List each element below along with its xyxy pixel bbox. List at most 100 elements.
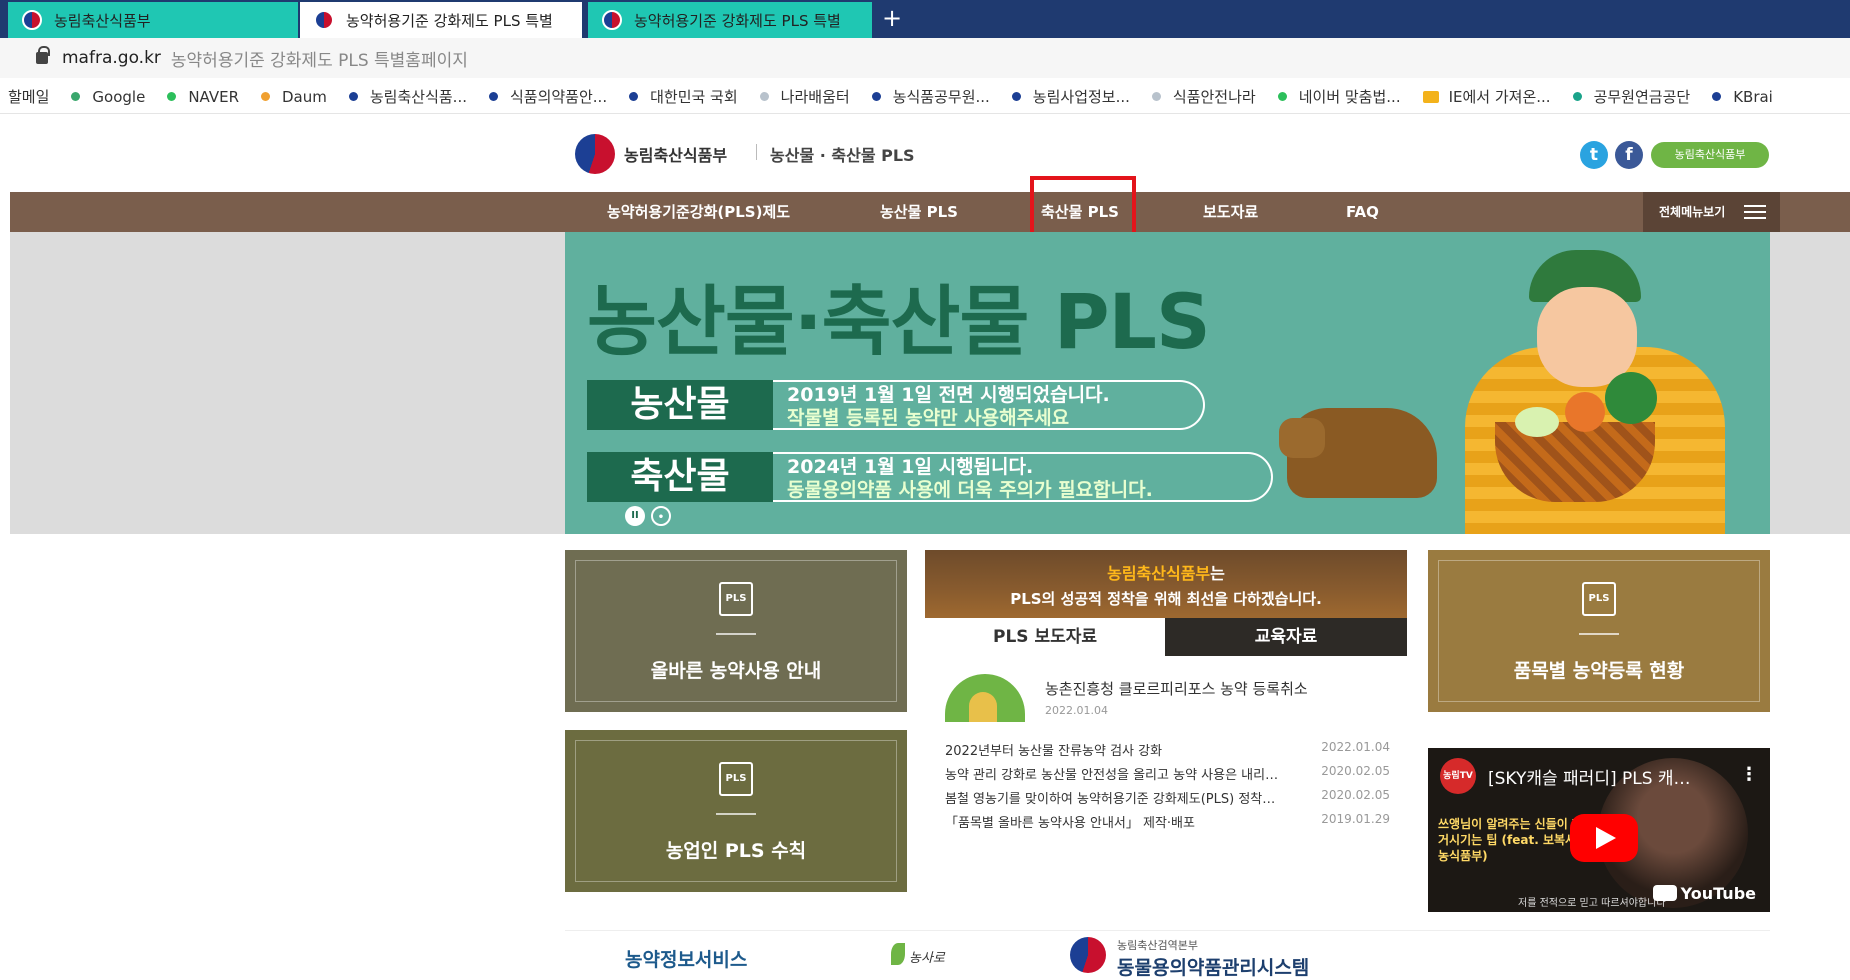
favicon-icon (602, 10, 622, 30)
government-logo-icon[interactable] (575, 134, 615, 174)
bookmark-item[interactable]: 농림사업정보... (1011, 86, 1130, 107)
video-title[interactable]: [SKY캐슬 패러디] PLS 캐… (1488, 764, 1691, 789)
bookmark-dot-icon (1151, 92, 1161, 101)
card-divider (1579, 633, 1619, 635)
bookmark-dot-icon (1011, 92, 1021, 101)
more-options-icon[interactable]: ⋮ (1740, 764, 1758, 785)
news-item[interactable]: 봄철 영농기를 맞이하여 농약허용기준 강화제도(PLS) 정착… 2020.02… (945, 788, 1390, 810)
quarantine-logo-icon[interactable] (1070, 937, 1106, 973)
bookmark-dot-icon (759, 92, 769, 101)
news-thumbnail[interactable] (945, 674, 1025, 722)
bookmark-item[interactable]: Google (71, 88, 145, 106)
new-tab-button[interactable]: + (882, 4, 902, 32)
banner-nongsaro[interactable]: 농사로 (885, 939, 945, 975)
main-nav: 농약허용기준강화(PLS)제도 농산물 PLS 축산물 PLS 보도자료 FAQ… (10, 192, 1850, 232)
news-headline-date: 2022.01.04 (1045, 704, 1108, 717)
tab-label: 농림축산식품부 (54, 11, 151, 30)
address-title: 농약허용기준 강화제도 PLS 특별홈페이지 (170, 50, 468, 71)
news-item[interactable]: 2022년부터 농산물 잔류농약 검사 강화 2022.01.04 (945, 740, 1390, 762)
news-banner: 농림축산식품부는 PLS의 성공적 정착을 위해 최선을 다하겠습니다. (925, 550, 1407, 620)
bookmark-item[interactable]: 농림축산식품... (348, 86, 467, 107)
card-farmer-rules[interactable]: PLS 농업인 PLS 수칙 (565, 730, 907, 892)
hero-banner[interactable]: 농산물·축산물 PLS 농산물 2019년 1월 1일 전면 시행되었습니다. … (565, 232, 1770, 534)
browser-tab[interactable]: 농림축산식품부 (8, 2, 298, 38)
card-label: 품목별 농약등록 현황 (1513, 660, 1685, 682)
news-item[interactable]: 농약 관리 강화로 농산물 안전성을 올리고 농약 사용은 내리… 2020.02… (945, 764, 1390, 786)
card-registration-status[interactable]: PLS 품목별 농약등록 현황 (1428, 550, 1770, 712)
bookmark-item[interactable]: 나라배움터 (759, 86, 850, 107)
video-caption: 저를 전적으로 믿고 따르셔야합니다 (1518, 898, 1666, 909)
nav-item-crop-pls[interactable]: 농산물 PLS (880, 192, 958, 232)
slide-indicator[interactable]: • (651, 506, 671, 526)
tab-label: 농약허용기준 강화제도 PLS 특별 (346, 11, 553, 30)
hero-pill-crop: 2019년 1월 1일 전면 시행되었습니다. 작물별 등록된 농약만 사용해주… (773, 380, 1205, 430)
bookmark-dot-icon (488, 92, 498, 101)
bookmark-dot-icon (167, 92, 177, 101)
favicon-icon (22, 10, 42, 30)
address-bar[interactable]: mafra.go.kr 농약허용기준 강화제도 PLS 특별홈페이지 (0, 38, 1850, 78)
video-overlay-text: 쓰앵님이 알려주는 신들이 한거시기는 팁 (feat. 보복사는 농식품부) (1438, 817, 1588, 863)
site-org-name[interactable]: 농림축산식품부 (624, 142, 727, 166)
banner-quarantine-sub[interactable]: 농림축산검역본부 (1117, 937, 1198, 953)
bookmark-dot-icon (348, 92, 358, 101)
all-menu-button[interactable]: 전체메뉴보기 (1643, 192, 1780, 232)
news-tabs: PLS 보도자료 교육자료 (925, 618, 1407, 656)
nav-item-faq[interactable]: FAQ (1346, 192, 1379, 232)
vegetable-illustration (1515, 407, 1559, 437)
hero-tag-crop: 농산물 (587, 380, 773, 430)
search-document-icon: PLS (1582, 582, 1616, 616)
leaf-icon (891, 943, 905, 965)
related-sites-banner: 농약정보서비스 농사로 농림축산검역본부 동물용의약품관리시스템 (565, 930, 1770, 979)
bookmark-item[interactable]: 농식품공무원... (871, 86, 990, 107)
cow-head-illustration (1279, 418, 1325, 458)
news-item[interactable]: 「품목별 올바른 농약사용 안내서」 제작·배포 2019.01.29 (945, 812, 1390, 834)
bookmark-item[interactable]: KBrai (1712, 88, 1773, 106)
bookmark-item[interactable]: 공무원연금공단 (1572, 86, 1690, 107)
bookmark-item[interactable]: NAVER (167, 88, 239, 106)
pause-icon[interactable]: II (625, 506, 645, 526)
browser-tab-active[interactable]: 농약허용기준 강화제도 PLS 특별 (300, 2, 582, 38)
browser-tab[interactable]: 농약허용기준 강화제도 PLS 특별 (588, 2, 872, 38)
lock-icon (36, 46, 50, 64)
address-domain: mafra.go.kr (62, 48, 161, 68)
news-banner-line1: 농림축산식품부는 (1107, 564, 1225, 583)
youtube-logo[interactable]: YouTube (1653, 884, 1756, 903)
card-pesticide-guide[interactable]: PLS 올바른 농약사용 안내 (565, 550, 907, 712)
bookmark-item[interactable]: 식품의약품안... (488, 86, 607, 107)
news-headline[interactable]: 농촌진흥청 클로르피리포스 농약 등록취소 (1045, 678, 1308, 699)
bookmark-dot-icon (629, 92, 639, 101)
basket-illustration (1495, 422, 1655, 502)
twitter-icon[interactable]: t (1580, 141, 1608, 169)
bookmark-item[interactable]: 네이버 맞춤법... (1277, 86, 1401, 107)
news-banner-line2: PLS의 성공적 정착을 위해 최선을 다하겠습니다. (1010, 590, 1322, 608)
banner-pesticide-info[interactable]: 농약정보서비스 (625, 945, 747, 972)
hero-title: 농산물·축산물 PLS (587, 277, 1211, 366)
calendar-icon: PLS (719, 762, 753, 796)
site-header: 농림축산식품부 농산물 · 축산물 PLS t f 농림축산식품부 (0, 114, 1850, 192)
channel-avatar[interactable]: 농림TV (1440, 758, 1476, 794)
bookmark-item[interactable]: 할메일 (8, 86, 49, 107)
youtube-video-embed[interactable]: 농림TV [SKY캐슬 패러디] PLS 캐… ⋮ 쓰앵님이 알려주는 신들이 … (1428, 748, 1770, 912)
facebook-icon[interactable]: f (1615, 141, 1643, 169)
bookmark-item[interactable]: Daum (261, 88, 327, 106)
document-icon: PLS (719, 582, 753, 616)
site-subtitle[interactable]: 농산물 · 축산물 PLS (770, 142, 915, 166)
ministry-link-button[interactable]: 농림축산식품부 (1651, 142, 1769, 168)
nav-item-press[interactable]: 보도자료 (1203, 192, 1258, 232)
bookmark-item[interactable]: IE에서 가져온... (1422, 86, 1551, 107)
tab-pls-press[interactable]: PLS 보도자료 (925, 618, 1165, 656)
browser-tab-bar: 농림축산식품부 농약허용기준 강화제도 PLS 특별 농약허용기준 강화제도 P… (0, 0, 1850, 38)
play-icon[interactable] (1570, 814, 1638, 862)
hero-tag-livestock: 축산물 (587, 452, 773, 502)
hero-pill-livestock: 2024년 1월 1일 시행됩니다. 동물용의약품 사용에 더욱 주의가 필요합… (773, 452, 1273, 502)
nav-item-pls-system[interactable]: 농약허용기준강화(PLS)제도 (607, 192, 790, 232)
bookmark-dot-icon (1712, 92, 1722, 101)
bookmark-item[interactable]: 대한민국 국회 (629, 86, 738, 107)
divider (756, 144, 757, 160)
bookmark-dot-icon (1572, 92, 1582, 101)
farmer-face-illustration (1537, 287, 1637, 387)
vegetable-illustration (1565, 392, 1605, 432)
tab-education[interactable]: 교육자료 (1165, 618, 1407, 656)
bookmark-item[interactable]: 식품안전나라 (1151, 86, 1256, 107)
bookmark-dot-icon (71, 92, 81, 101)
